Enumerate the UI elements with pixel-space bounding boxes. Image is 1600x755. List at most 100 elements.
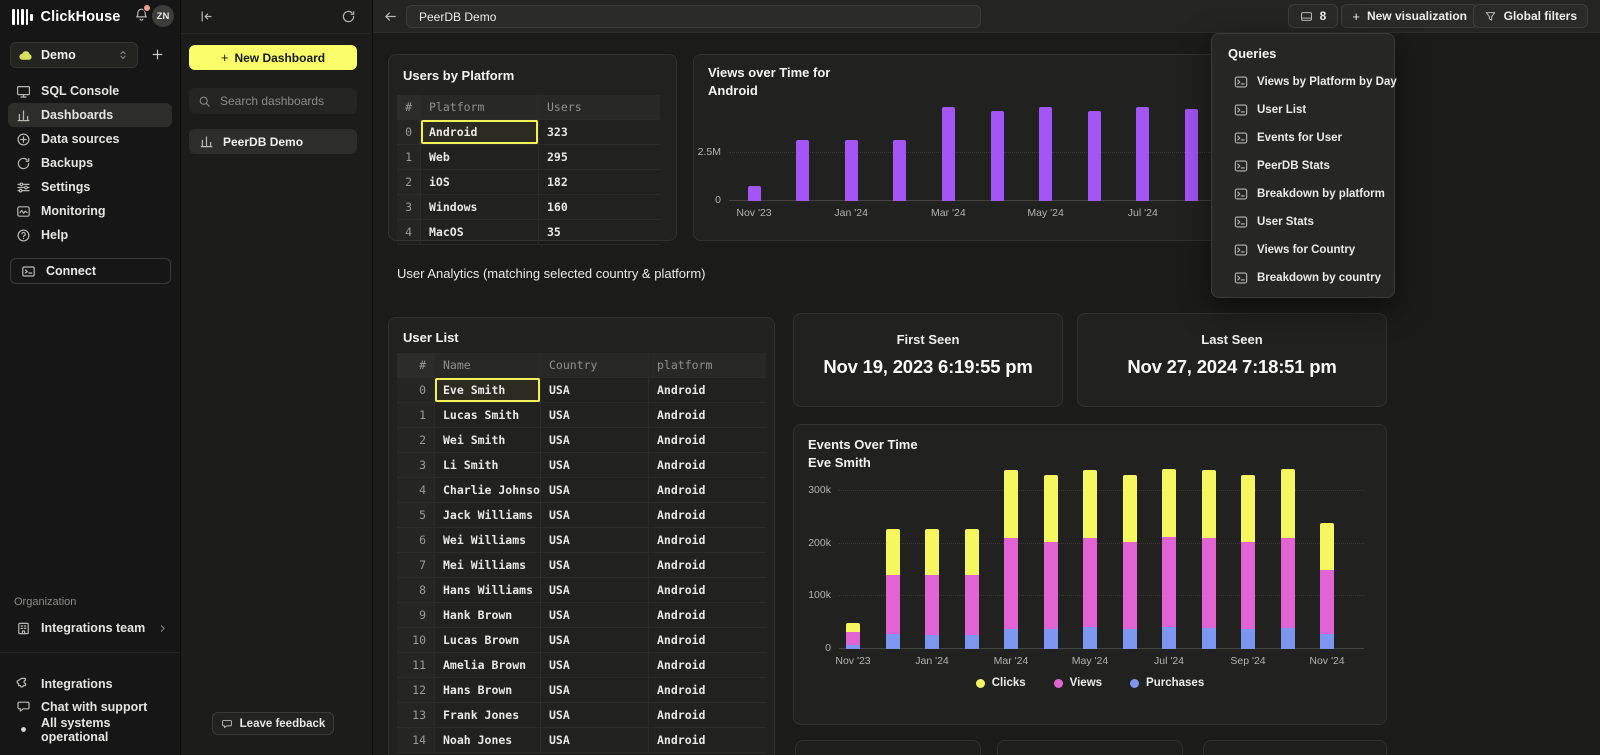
name-cell[interactable]: Jack Williams (435, 503, 541, 527)
platform-cell[interactable]: iOS (421, 170, 539, 194)
table-row[interactable]: 10Lucas BrownUSAAndroid (397, 628, 766, 653)
notifications-bell-icon[interactable] (134, 7, 149, 22)
legend-item-clicks[interactable]: Clicks (976, 677, 1026, 689)
table-row[interactable]: 9Hank BrownUSAAndroid (397, 603, 766, 628)
sidebar-item-dashboards[interactable]: Dashboards (8, 103, 172, 127)
column-header[interactable]: Users (539, 95, 660, 119)
column-header[interactable]: Country (541, 353, 649, 377)
name-cell[interactable]: Amelia Brown (435, 653, 541, 677)
column-header[interactable]: # (397, 353, 435, 377)
sidebar-item-sql-console[interactable]: SQL Console (8, 79, 172, 103)
sidebar-item-help[interactable]: Help (8, 223, 172, 247)
table-row[interactable]: 12Hans BrownUSAAndroid (397, 678, 766, 703)
platform-cell[interactable]: Android (421, 120, 539, 144)
platform-cell[interactable]: Windows (421, 195, 539, 219)
name-cell[interactable]: Wei Williams (435, 528, 541, 552)
bar[interactable] (748, 186, 761, 201)
query-item-breakdown-by-platform[interactable]: Breakdown by platform (1212, 180, 1394, 208)
query-item-peerdb-stats[interactable]: PeerDB Stats (1212, 152, 1394, 180)
bar-segment-clicks[interactable] (925, 529, 939, 575)
column-header[interactable]: platform (649, 353, 766, 377)
bar-segment-clicks[interactable] (1320, 523, 1334, 570)
query-item-events-for-user[interactable]: Events for User (1212, 124, 1394, 152)
bar-segment-clicks[interactable] (1004, 470, 1018, 539)
new-visualization-button[interactable]: + New visualization (1341, 4, 1478, 28)
visualization-count-button[interactable]: 8 (1288, 4, 1338, 28)
bar-segment-purchases[interactable] (1044, 629, 1058, 649)
sidebar-item-all-systems-operational[interactable]: All systems operational (8, 718, 172, 741)
bar[interactable] (1088, 111, 1101, 201)
bar-segment-purchases[interactable] (1083, 627, 1097, 649)
table-row[interactable]: 2Wei SmithUSAAndroid (397, 428, 766, 453)
collapse-panel-icon[interactable] (199, 9, 214, 24)
name-cell[interactable]: Wei Smith (435, 428, 541, 452)
sidebar-item-monitoring[interactable]: Monitoring (8, 199, 172, 223)
bar[interactable] (1136, 107, 1149, 201)
bar-segment-views[interactable] (925, 575, 939, 635)
name-cell[interactable]: Noah Jones (435, 728, 541, 752)
bar-segment-views[interactable] (1083, 538, 1097, 628)
bar-segment-views[interactable] (1044, 542, 1058, 629)
bar-segment-views[interactable] (886, 575, 900, 634)
sidebar-item-settings[interactable]: Settings (8, 175, 172, 199)
bar-segment-purchases[interactable] (1202, 628, 1216, 649)
name-cell[interactable]: Hank Brown (435, 603, 541, 627)
column-header[interactable]: Name (435, 353, 541, 377)
table-row[interactable]: 1Lucas SmithUSAAndroid (397, 403, 766, 428)
dashboard-item-peerdb-demo[interactable]: PeerDB Demo (189, 129, 357, 154)
sidebar-item-backups[interactable]: Backups (8, 151, 172, 175)
column-header[interactable]: Platform (421, 95, 539, 119)
bar-segment-purchases[interactable] (1162, 627, 1176, 649)
bar[interactable] (893, 140, 906, 201)
new-dashboard-button[interactable]: + New Dashboard (189, 45, 357, 70)
sidebar-item-integrations[interactable]: Integrations (8, 672, 172, 695)
bar-segment-purchases[interactable] (886, 634, 900, 649)
bar-segment-purchases[interactable] (1123, 629, 1137, 649)
query-item-user-stats[interactable]: User Stats (1212, 208, 1394, 236)
user-avatar[interactable]: ZN (152, 5, 174, 27)
name-cell[interactable]: Frank Jones (435, 703, 541, 727)
platform-cell[interactable]: Web (421, 145, 539, 169)
platform-cell[interactable]: MacOS (421, 220, 539, 244)
bar-segment-clicks[interactable] (886, 529, 900, 575)
bar-segment-clicks[interactable] (1123, 475, 1137, 541)
bar-segment-views[interactable] (1202, 538, 1216, 628)
query-item-views-by-platform-by-day[interactable]: Views by Platform by Day (1212, 68, 1394, 96)
bar-segment-views[interactable] (1004, 538, 1018, 629)
bar-segment-purchases[interactable] (965, 635, 979, 649)
bar-segment-purchases[interactable] (846, 645, 860, 649)
table-row[interactable]: 8Hans WilliamsUSAAndroid (397, 578, 766, 603)
bar-segment-clicks[interactable] (1083, 470, 1097, 538)
table-row[interactable]: 7Mei WilliamsUSAAndroid (397, 553, 766, 578)
table-row[interactable]: 11Amelia BrownUSAAndroid (397, 653, 766, 678)
table-row[interactable]: 3Windows160 (397, 195, 660, 220)
search-dashboards-input[interactable] (218, 93, 348, 109)
name-cell[interactable]: Eve Smith (435, 378, 541, 402)
table-row[interactable]: 3Li SmithUSAAndroid (397, 453, 766, 478)
refresh-icon[interactable] (341, 9, 356, 24)
bar-segment-views[interactable] (1320, 570, 1334, 634)
name-cell[interactable]: Li Smith (435, 453, 541, 477)
table-row[interactable]: 1Web295 (397, 145, 660, 170)
bar-segment-views[interactable] (1281, 538, 1295, 628)
name-cell[interactable]: Lucas Smith (435, 403, 541, 427)
table-row[interactable]: 0Eve SmithUSAAndroid (397, 378, 766, 403)
legend-item-views[interactable]: Views (1054, 677, 1102, 689)
bar-segment-views[interactable] (1162, 537, 1176, 627)
bar-segment-clicks[interactable] (1162, 469, 1176, 538)
name-cell[interactable]: Hans Williams (435, 578, 541, 602)
table-row[interactable]: 14Noah JonesUSAAndroid (397, 728, 766, 753)
workspace-select[interactable]: Demo (10, 42, 138, 68)
dashboard-title-input[interactable] (406, 5, 981, 28)
sidebar-item-integrations-team[interactable]: Integrations team (8, 616, 172, 640)
bar-segment-clicks[interactable] (846, 623, 860, 632)
bar[interactable] (942, 107, 955, 201)
bar-segment-purchases[interactable] (1281, 628, 1295, 649)
query-item-user-list[interactable]: User List (1212, 96, 1394, 124)
bar-segment-clicks[interactable] (1202, 470, 1216, 539)
back-button[interactable] (383, 9, 398, 24)
global-filters-button[interactable]: Global filters (1473, 4, 1588, 28)
bar-segment-views[interactable] (965, 575, 979, 635)
bar-segment-purchases[interactable] (1320, 634, 1334, 649)
table-row[interactable]: 13Frank JonesUSAAndroid (397, 703, 766, 728)
